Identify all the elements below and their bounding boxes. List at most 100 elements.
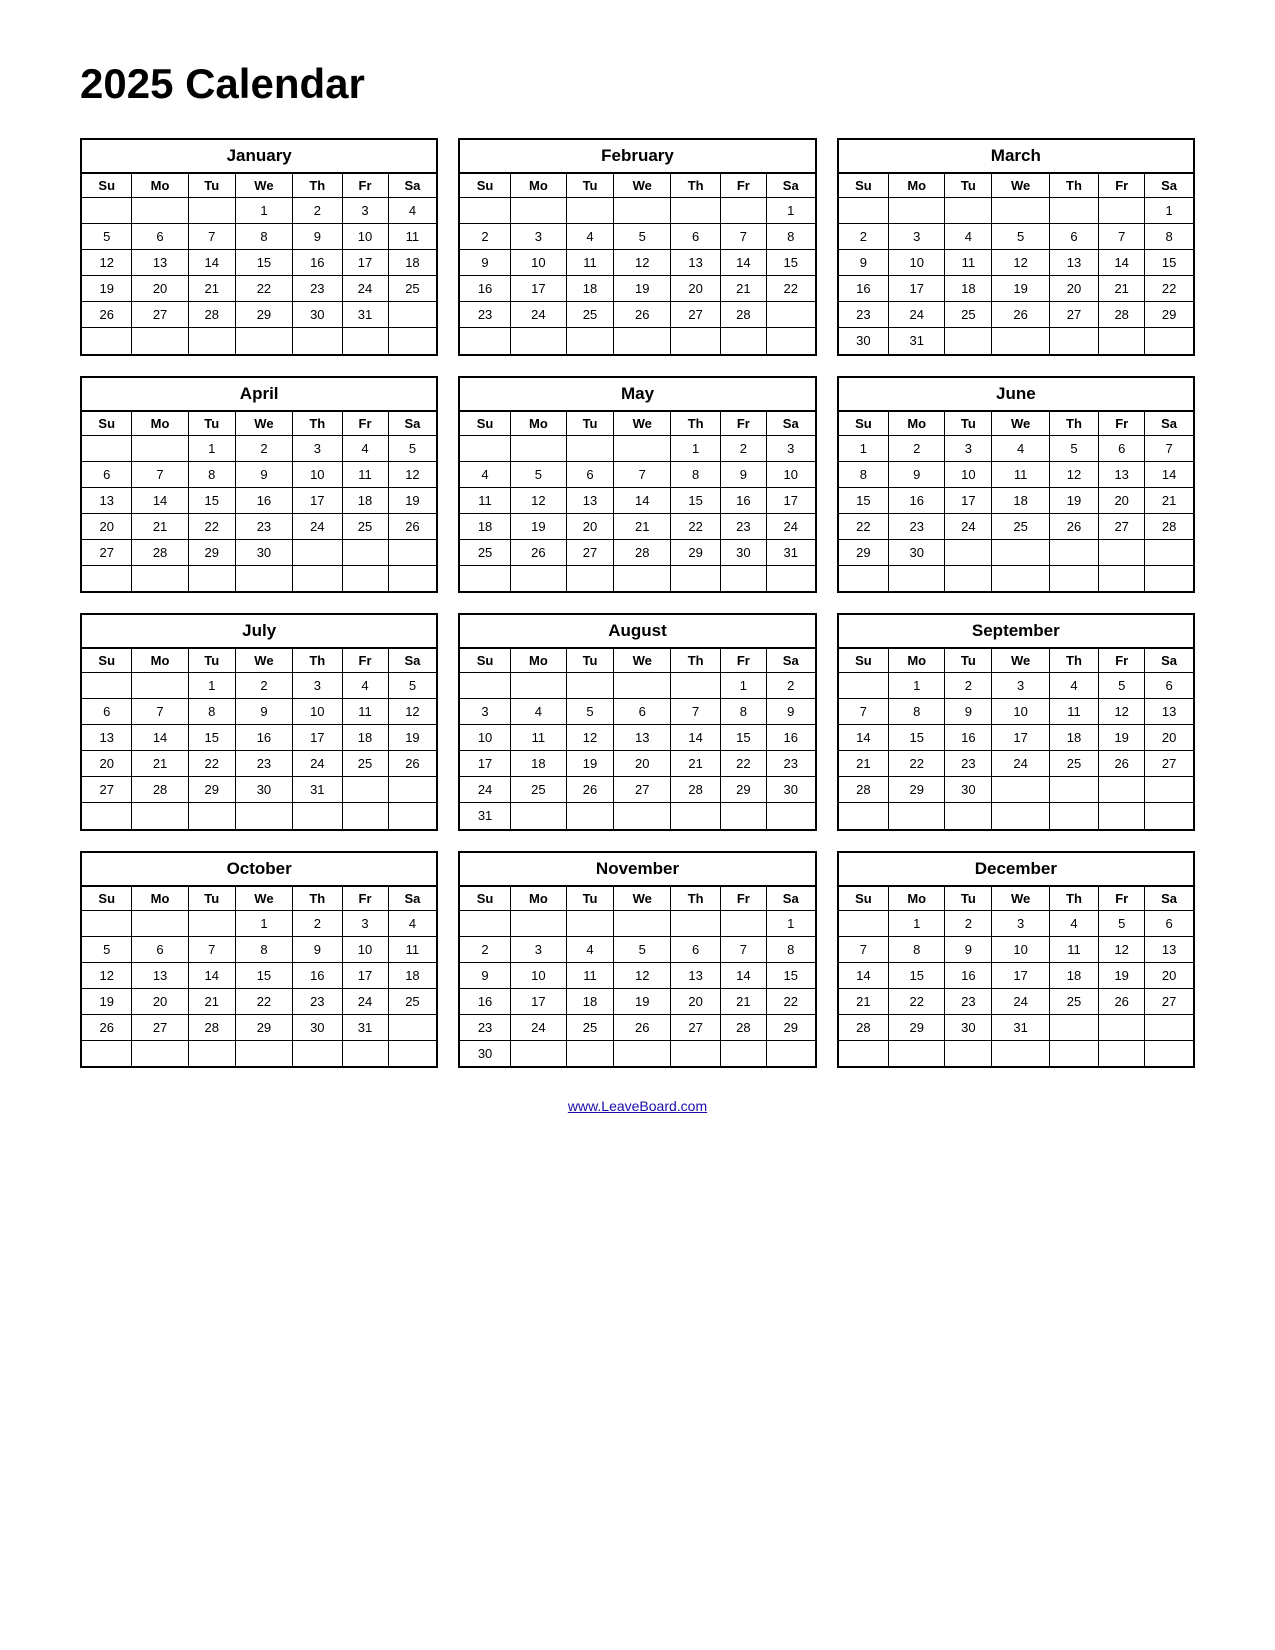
footer-link[interactable]: www.LeaveBoard.com xyxy=(80,1098,1195,1114)
day-header-we: We xyxy=(992,412,1049,436)
day-header-sa: Sa xyxy=(766,412,814,436)
day-cell: 29 xyxy=(766,1014,814,1040)
table-row: 2345678 xyxy=(460,224,814,250)
table-row: 20212223242526 xyxy=(82,513,436,539)
table-row xyxy=(839,565,1193,591)
day-cell: 14 xyxy=(188,962,235,988)
day-header-fr: Fr xyxy=(342,887,388,911)
day-cell: 1 xyxy=(235,198,292,224)
day-cell: 5 xyxy=(388,435,436,461)
day-cell: 3 xyxy=(293,673,342,699)
day-header-th: Th xyxy=(671,649,720,673)
day-cell: 20 xyxy=(1049,276,1098,302)
day-cell: 5 xyxy=(510,461,566,487)
day-header-fr: Fr xyxy=(342,412,388,436)
day-cell: 17 xyxy=(510,276,566,302)
day-cell xyxy=(188,565,235,591)
day-header-mo: Mo xyxy=(510,649,566,673)
day-header-th: Th xyxy=(671,174,720,198)
day-cell: 19 xyxy=(82,276,132,302)
day-cell: 25 xyxy=(992,513,1049,539)
day-cell xyxy=(1049,328,1098,354)
day-cell: 28 xyxy=(614,539,671,565)
month-table-october: SuMoTuWeThFrSa12345678910111213141516171… xyxy=(82,887,436,1067)
day-header-we: We xyxy=(235,412,292,436)
day-cell: 22 xyxy=(766,276,814,302)
day-cell: 8 xyxy=(235,224,292,250)
day-cell xyxy=(614,565,671,591)
day-cell: 9 xyxy=(945,699,992,725)
day-cell: 4 xyxy=(1049,910,1098,936)
day-cell xyxy=(1099,198,1145,224)
day-cell: 8 xyxy=(235,936,292,962)
calendar-grid: JanuarySuMoTuWeThFrSa1234567891011121314… xyxy=(80,138,1195,1068)
day-cell: 3 xyxy=(945,435,992,461)
day-cell: 23 xyxy=(720,513,766,539)
day-cell: 15 xyxy=(1145,250,1193,276)
day-cell: 24 xyxy=(992,988,1049,1014)
day-cell xyxy=(132,198,188,224)
month-may: MaySuMoTuWeThFrSa12345678910111213141516… xyxy=(458,376,816,594)
day-cell: 12 xyxy=(1099,936,1145,962)
day-cell xyxy=(1099,1040,1145,1066)
day-cell: 4 xyxy=(342,435,388,461)
day-cell: 26 xyxy=(82,1014,132,1040)
day-header-tu: Tu xyxy=(188,887,235,911)
day-cell: 27 xyxy=(1145,751,1193,777)
day-header-fr: Fr xyxy=(1099,887,1145,911)
day-cell: 4 xyxy=(566,936,613,962)
day-cell: 8 xyxy=(889,699,945,725)
day-cell: 3 xyxy=(342,910,388,936)
day-cell xyxy=(1049,1014,1098,1040)
day-cell: 1 xyxy=(889,673,945,699)
day-cell xyxy=(992,565,1049,591)
day-cell: 11 xyxy=(388,224,436,250)
day-header-su: Su xyxy=(460,174,510,198)
day-cell xyxy=(671,910,720,936)
day-cell: 29 xyxy=(889,777,945,803)
day-cell: 30 xyxy=(945,777,992,803)
day-cell: 29 xyxy=(188,539,235,565)
day-header-th: Th xyxy=(293,412,342,436)
day-cell: 18 xyxy=(945,276,992,302)
month-april: AprilSuMoTuWeThFrSa123456789101112131415… xyxy=(80,376,438,594)
day-header-fr: Fr xyxy=(1099,412,1145,436)
day-cell: 20 xyxy=(566,513,613,539)
day-cell: 7 xyxy=(1099,224,1145,250)
day-cell xyxy=(132,673,188,699)
day-cell: 19 xyxy=(388,725,436,751)
day-cell: 27 xyxy=(132,302,188,328)
day-header-th: Th xyxy=(293,174,342,198)
day-cell: 4 xyxy=(510,699,566,725)
day-cell: 27 xyxy=(1145,988,1193,1014)
day-cell: 12 xyxy=(388,699,436,725)
day-cell: 1 xyxy=(671,435,720,461)
day-header-su: Su xyxy=(839,649,889,673)
day-cell: 1 xyxy=(720,673,766,699)
day-cell: 2 xyxy=(460,224,510,250)
day-cell: 10 xyxy=(293,461,342,487)
day-cell xyxy=(388,803,436,829)
day-header-mo: Mo xyxy=(132,887,188,911)
day-cell xyxy=(566,198,613,224)
day-cell: 10 xyxy=(889,250,945,276)
day-cell: 17 xyxy=(766,487,814,513)
table-row xyxy=(839,803,1193,829)
day-cell xyxy=(1049,777,1098,803)
table-row: 31 xyxy=(460,803,814,829)
day-cell: 2 xyxy=(766,673,814,699)
table-row: 2345678 xyxy=(460,936,814,962)
day-cell xyxy=(1099,328,1145,354)
table-row: 45678910 xyxy=(460,461,814,487)
day-header-tu: Tu xyxy=(945,887,992,911)
day-cell xyxy=(839,198,889,224)
day-cell: 1 xyxy=(766,910,814,936)
day-cell xyxy=(388,1014,436,1040)
day-cell: 19 xyxy=(614,276,671,302)
day-cell: 30 xyxy=(945,1014,992,1040)
day-cell: 19 xyxy=(1049,487,1098,513)
month-table-august: SuMoTuWeThFrSa12345678910111213141516171… xyxy=(460,649,814,829)
day-cell: 9 xyxy=(460,962,510,988)
day-cell: 1 xyxy=(188,673,235,699)
day-cell xyxy=(1099,777,1145,803)
